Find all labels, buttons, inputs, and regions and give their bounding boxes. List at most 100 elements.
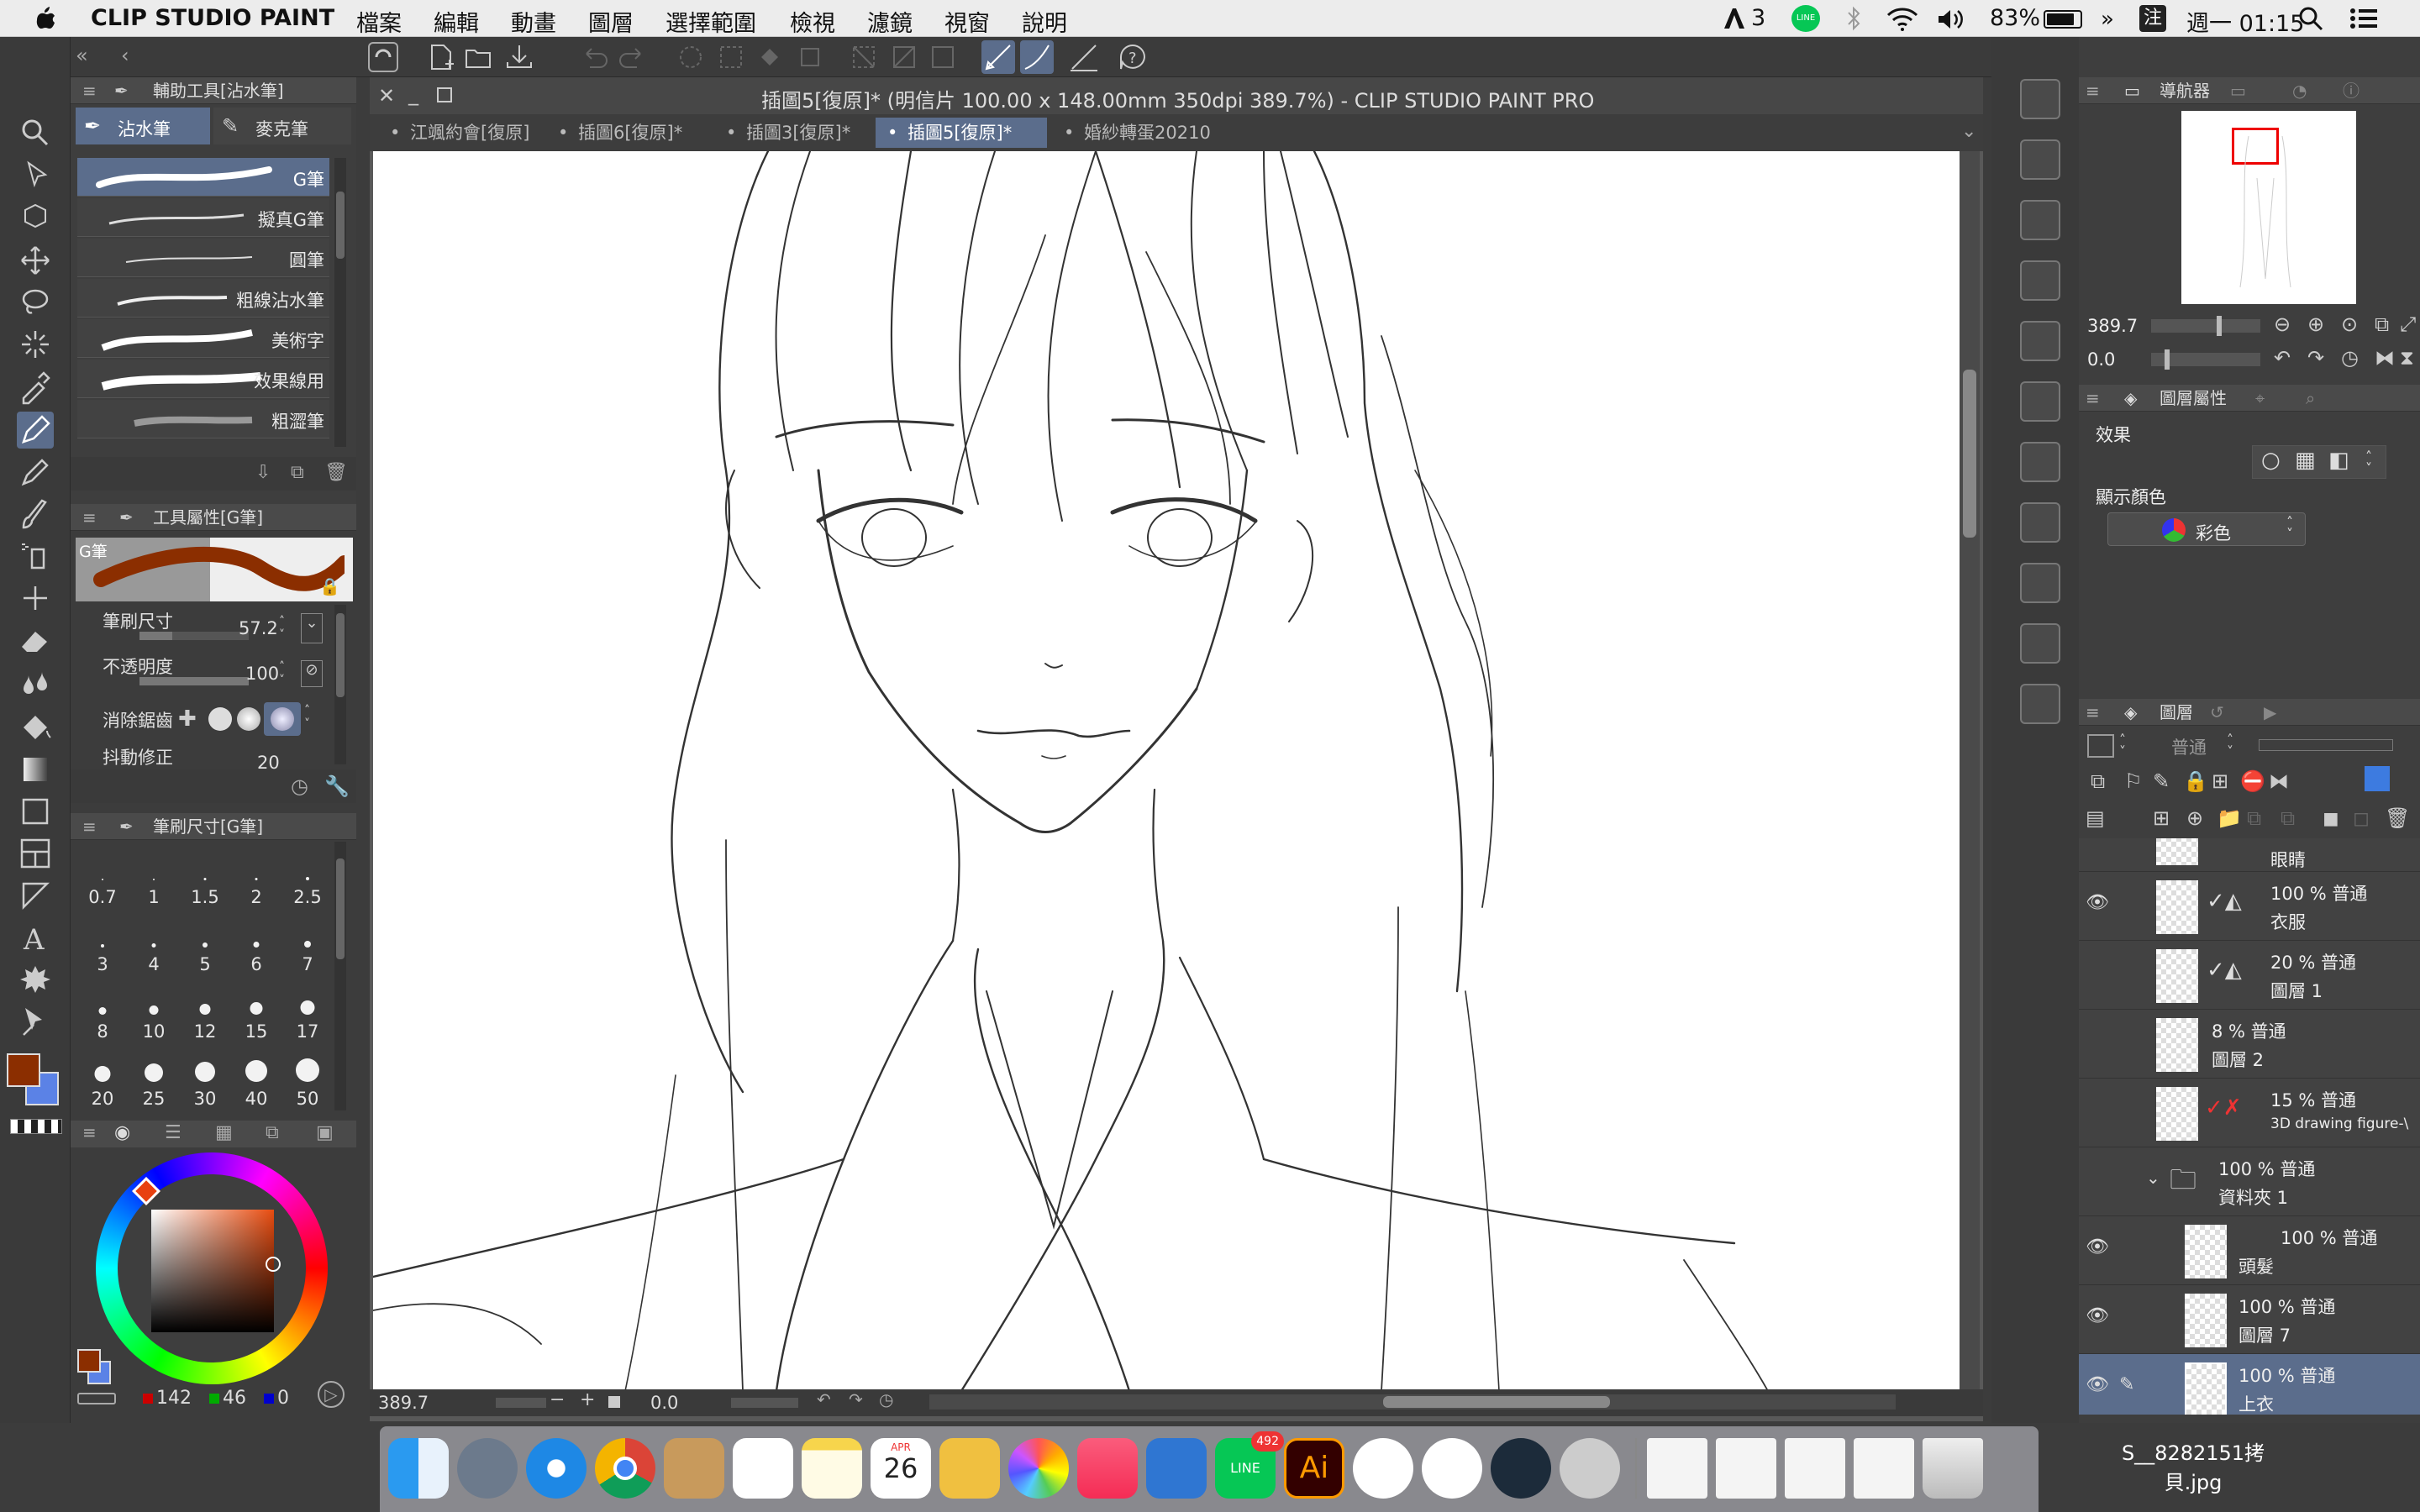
brush-size-preset[interactable]: 4	[129, 909, 179, 974]
brush-size-preset[interactable]: 1	[129, 842, 179, 907]
zoom-in-icon[interactable]: +	[580, 1389, 595, 1410]
color-slider-tab-icon[interactable]: ☰	[165, 1122, 182, 1143]
layer-option-icon[interactable]	[2365, 766, 2390, 791]
reminders-icon[interactable]	[733, 1438, 793, 1499]
drag-handle-icon[interactable]: ≡	[82, 504, 97, 531]
folder-row[interactable]: ⌄ 🗀 100 % 普通 資料夾 1	[2079, 1147, 2420, 1216]
transfer-down-icon[interactable]: ⧉	[2247, 806, 2261, 830]
dock-document-1[interactable]	[1647, 1438, 1707, 1499]
redo-icon[interactable]	[617, 42, 647, 72]
brush-size-preset[interactable]: 10	[129, 976, 179, 1042]
fill-selection-icon[interactable]	[755, 42, 785, 72]
blend-tool[interactable]	[17, 664, 54, 701]
border-effect-icon[interactable]: ○	[2261, 448, 2281, 473]
color-picker-marker[interactable]	[266, 1257, 281, 1272]
notes-icon[interactable]	[802, 1438, 862, 1499]
move-tool[interactable]	[17, 242, 54, 279]
navigator-icon[interactable]: ▭	[2124, 77, 2140, 104]
blend-mode-value[interactable]: 普通	[2171, 734, 2207, 759]
new-raster-layer-icon[interactable]: ⊞	[2153, 806, 2170, 830]
brush-size-scrollbar[interactable]	[334, 842, 346, 1110]
brush-size-preset[interactable]: 7	[282, 909, 333, 974]
tab-list-icon[interactable]: ⌄	[1961, 121, 1976, 142]
battery-icon[interactable]	[2044, 10, 2082, 29]
delete-layer-icon[interactable]: 🗑	[2385, 806, 2410, 830]
snap-special-ruler-icon[interactable]	[1020, 40, 1054, 74]
rotate-slider[interactable]	[731, 1398, 798, 1408]
auto-action-tab-icon[interactable]: ▶	[2264, 699, 2276, 726]
saturation-value-square[interactable]	[151, 1210, 281, 1332]
menu-filter[interactable]: 濾鏡	[867, 5, 913, 38]
menu-layer[interactable]: 圖層	[588, 5, 634, 38]
open-folder-icon[interactable]	[464, 42, 494, 72]
reference-layer-icon[interactable]: ⚐	[2124, 769, 2143, 793]
wheel-main-color[interactable]	[77, 1349, 101, 1373]
drag-handle-icon[interactable]: ≡	[2086, 385, 2100, 412]
correct-line-tool[interactable]	[17, 1003, 54, 1040]
import-sub-tool-icon[interactable]: ⇩	[255, 462, 271, 483]
history-tab-icon[interactable]: ↺	[2210, 699, 2224, 726]
color-set-tab-icon[interactable]: ▦	[215, 1122, 233, 1143]
lock-layer-icon[interactable]: 🔒	[2183, 769, 2208, 793]
antialias-strong[interactable]	[264, 702, 301, 736]
navigator-rotate-right-icon[interactable]: ↷	[2307, 346, 2324, 370]
mask-icon[interactable]: ⛔	[2240, 769, 2265, 793]
doc-tab-1[interactable]: • 江颯約會[復原]	[378, 118, 546, 148]
trash-icon[interactable]	[1923, 1438, 1983, 1499]
draft-layer-icon[interactable]: ✎	[2153, 769, 2170, 793]
collapse-left2-icon[interactable]: «	[76, 44, 88, 67]
brush-item-round-pen[interactable]: 圓筆	[77, 239, 329, 277]
rotate-readout[interactable]: 0.0	[650, 1393, 678, 1413]
menu-window[interactable]: 視窗	[944, 5, 990, 38]
help-icon[interactable]: ?	[1118, 42, 1148, 72]
menu-edit[interactable]: 編輯	[434, 5, 479, 38]
antialias-none[interactable]: ✚	[178, 707, 202, 731]
drawing-canvas[interactable]	[373, 151, 1960, 1391]
maximize-window-icon[interactable]	[437, 87, 452, 102]
material-shortcut-icon[interactable]	[2020, 200, 2060, 240]
rotate-right-icon[interactable]: ↷	[849, 1389, 863, 1410]
tone-effect-icon[interactable]: ▦	[2295, 448, 2316, 473]
figure-tool[interactable]	[17, 793, 54, 830]
balloon-tool[interactable]	[17, 961, 54, 998]
layer-search-shortcut-icon[interactable]	[2020, 260, 2060, 301]
visibility-eye-icon[interactable]: 👁	[2086, 1236, 2109, 1257]
navigator-actual-size-icon[interactable]: ⊙	[2341, 312, 2358, 336]
3d-object-tool[interactable]	[17, 198, 54, 235]
menu-app-name[interactable]: CLIP STUDIO PAINT	[91, 5, 334, 31]
chrome-icon[interactable]	[595, 1438, 655, 1499]
snap-grid-icon[interactable]	[1067, 40, 1101, 74]
canvas-size-icon[interactable]	[889, 42, 919, 72]
spotlight-icon[interactable]	[2297, 5, 2324, 32]
bluetooth-icon[interactable]	[1845, 5, 1862, 32]
collapse-arrow-icon[interactable]: ‹	[121, 44, 129, 67]
pose-shortcut-icon[interactable]	[2020, 684, 2060, 724]
sub-view-shortcut-icon[interactable]	[2020, 139, 2060, 180]
line-app-icon[interactable]: LINE 492	[1215, 1431, 1284, 1499]
brush-item-effect-line[interactable]: 效果線用	[77, 360, 329, 398]
layer-color-effect-icon[interactable]: ◧	[2328, 448, 2349, 473]
wifi-icon[interactable]	[1886, 7, 1919, 32]
brush-size-preset[interactable]: 3	[77, 909, 128, 974]
reset-rotation-icon[interactable]: ◷	[879, 1389, 893, 1410]
magic-wand-tool[interactable]	[17, 326, 54, 363]
navigator-zoom-value[interactable]: 389.7	[2087, 316, 2138, 336]
launchpad-icon[interactable]	[457, 1438, 518, 1499]
visibility-eye-icon[interactable]: 👁	[2086, 892, 2109, 913]
brush-item-rough-pen[interactable]: 粗澀筆	[77, 400, 329, 438]
menu-animation[interactable]: 動畫	[511, 5, 556, 38]
brush-size-preset[interactable]: 17	[282, 976, 333, 1042]
display-color-select[interactable]: 彩色 ˄ ˅	[2107, 512, 2306, 546]
layer-menu-icon[interactable]: ▤	[2086, 806, 2105, 830]
navigator-shortcut-icon[interactable]	[2020, 79, 2060, 119]
delete-sub-tool-icon[interactable]: 🗑	[324, 462, 348, 483]
brush-item-g-pen[interactable]: G筆	[77, 158, 329, 197]
decoration-tool[interactable]	[17, 580, 54, 617]
navigator-zoom-out-icon[interactable]: ⊖	[2274, 312, 2291, 336]
opacity-value[interactable]: 100	[245, 664, 279, 684]
lock-icon[interactable]: 🔒	[319, 576, 340, 596]
layer-color-icon[interactable]	[2087, 734, 2114, 758]
layer-row[interactable]: 👁 100 % 普通 頭髮	[2079, 1216, 2420, 1285]
eraser-tool[interactable]	[17, 622, 54, 659]
brush-list-scrollbar[interactable]	[334, 158, 346, 447]
